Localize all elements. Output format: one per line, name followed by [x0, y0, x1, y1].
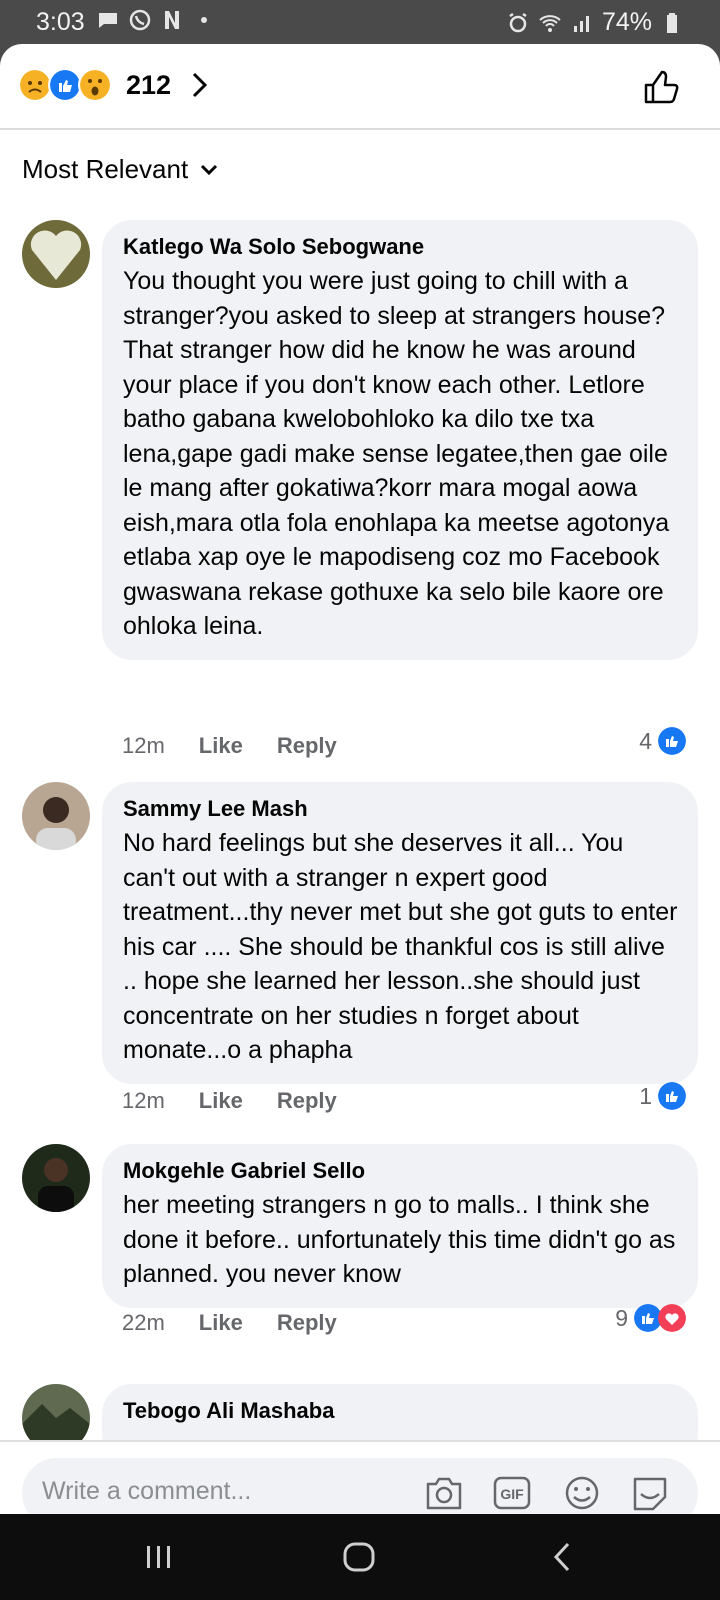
love-reaction-icon — [658, 1304, 686, 1332]
sort-label: Most Relevant — [22, 154, 189, 184]
status-notification-icons — [96, 8, 216, 32]
like-button[interactable]: Like — [199, 733, 243, 759]
battery-percent: 74% — [601, 8, 652, 36]
battery-icon — [667, 12, 677, 33]
comment-bubble[interactable]: Sammy Lee Mash No hard feelings but she … — [102, 782, 698, 1084]
comment-input-placeholder: Write a comment... — [42, 1477, 252, 1505]
reactions-summary[interactable]: 212 — [18, 68, 209, 102]
comment-reactions[interactable]: 1 — [639, 1082, 686, 1110]
like-reaction-icon — [48, 68, 82, 102]
dot-icon — [201, 17, 207, 23]
comment-item: Katlego Wa Solo Sebogwane You thought yo… — [0, 220, 720, 780]
avatar-image — [22, 1144, 90, 1212]
comment-item: Mokgehle Gabriel Sello her meeting stran… — [0, 1144, 720, 1354]
avatar-image — [22, 782, 90, 850]
like-reaction-icon — [658, 727, 686, 755]
comment-reactions[interactable]: 4 — [639, 727, 686, 755]
like-button[interactable]: Like — [199, 1310, 243, 1336]
sort-dropdown[interactable]: Most Relevant — [22, 154, 218, 185]
sad-reaction-icon — [18, 68, 52, 102]
reply-button[interactable]: Reply — [277, 1310, 337, 1336]
wifi-icon — [539, 14, 561, 32]
chat-bubble-icon — [99, 13, 117, 28]
gif-icon[interactable]: GIF — [492, 1474, 532, 1512]
avatar[interactable] — [22, 782, 90, 850]
reply-button[interactable]: Reply — [277, 733, 337, 759]
home-icon[interactable] — [342, 1540, 376, 1574]
system-nav-bar — [0, 1514, 720, 1600]
like-reaction-icon — [658, 1082, 686, 1110]
comment-time: 12m — [122, 733, 165, 758]
camera-icon[interactable] — [424, 1474, 464, 1512]
comment-time: 12m — [122, 1088, 165, 1113]
avatar-image — [22, 220, 90, 288]
chevron-down-icon — [201, 164, 218, 175]
comment-text: No hard feelings but she deserves it all… — [123, 829, 678, 1064]
avatar[interactable] — [22, 220, 90, 288]
avatar[interactable] — [22, 1144, 90, 1212]
comment-reactions[interactable]: 9 — [615, 1304, 686, 1332]
emoji-icon[interactable] — [562, 1474, 602, 1512]
back-icon[interactable] — [546, 1540, 580, 1574]
reaction-count: 212 — [126, 69, 172, 100]
comment-actions: 22m Like Reply — [122, 1310, 337, 1336]
netflix-icon — [165, 11, 179, 29]
comment-author[interactable]: Sammy Lee Mash — [123, 796, 678, 822]
comment-reaction-count: 1 — [639, 1082, 652, 1109]
reactions-header: 212 — [0, 44, 720, 130]
like-button[interactable]: Like — [199, 1088, 243, 1114]
svg-text:GIF: GIF — [500, 1486, 524, 1502]
recent-apps-icon[interactable] — [142, 1540, 176, 1574]
comment-bubble[interactable]: Katlego Wa Solo Sebogwane You thought yo… — [102, 220, 698, 660]
comment-item: Sammy Lee Mash No hard feelings but she … — [0, 782, 720, 1114]
comment-bubble[interactable]: Mokgehle Gabriel Sello her meeting stran… — [102, 1144, 698, 1308]
comments-sheet: 212 Most Relevant Katlego Wa Solo Sebogw… — [0, 44, 720, 1514]
comment-actions: 12m Like Reply — [122, 733, 337, 759]
comment-reaction-count: 4 — [639, 727, 652, 754]
comment-author[interactable]: Mokgehle Gabriel Sello — [123, 1158, 678, 1184]
comment-text: her meeting strangers n go to malls.. I … — [123, 1191, 676, 1288]
comment-composer: Write a comment... GIF — [0, 1440, 720, 1514]
status-bar: 3:03 74% — [0, 0, 720, 46]
alarm-icon — [509, 12, 527, 32]
comment-reaction-count: 9 — [615, 1304, 628, 1331]
comment-author[interactable]: Tebogo Ali Mashaba — [123, 1398, 678, 1424]
comment-actions: 12m Like Reply — [122, 1088, 337, 1114]
whatsapp-icon — [129, 9, 151, 31]
status-time: 3:03 — [36, 8, 85, 36]
comment-time: 22m — [122, 1310, 165, 1335]
comment-item: Tebogo Ali Mashaba — [0, 1384, 720, 1464]
signal-icon — [573, 15, 589, 32]
comment-input[interactable]: Write a comment... GIF — [22, 1458, 698, 1514]
sticker-icon[interactable] — [630, 1474, 670, 1512]
status-system-icons: 74% — [506, 8, 684, 37]
comment-text: You thought you were just going to chill… — [123, 267, 670, 640]
like-outline-icon[interactable] — [642, 68, 680, 106]
reply-button[interactable]: Reply — [277, 1088, 337, 1114]
comment-author[interactable]: Katlego Wa Solo Sebogwane — [123, 234, 678, 260]
wow-reaction-icon — [78, 68, 112, 102]
chevron-right-icon — [193, 72, 208, 98]
